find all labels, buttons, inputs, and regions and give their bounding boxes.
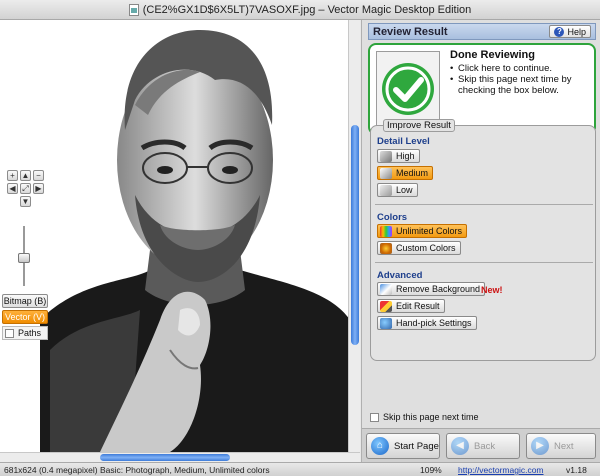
navigation-pad: ▲ ◀ ⤢ ▶ + − ▼ <box>5 170 47 210</box>
unlimited-colors-button[interactable]: Unlimited Colors <box>377 224 468 238</box>
custom-colors-label: Custom Colors <box>396 243 456 253</box>
vectorized-image <box>40 20 348 452</box>
zoom-level: 109% <box>420 465 442 475</box>
detail-medium-label: Medium <box>396 168 429 178</box>
status-bar: 681x624 (0.4 megapixel) Basic: Photograp… <box>0 462 600 476</box>
remove-background-button[interactable]: Remove Background <box>377 282 486 296</box>
horizontal-scroll-thumb[interactable] <box>100 454 230 461</box>
version-label: v1.18 <box>566 465 587 475</box>
detail-low-button[interactable]: Low <box>377 183 418 197</box>
unlimited-colors-label: Unlimited Colors <box>396 226 463 236</box>
vector-mode-button[interactable]: Vector (V) <box>2 310 48 324</box>
edit-result-button[interactable]: Edit Result <box>377 299 445 313</box>
detail-low-label: Low <box>396 185 413 195</box>
colors-label: Colors <box>377 212 408 223</box>
pan-right-button[interactable]: ▶ <box>33 183 44 194</box>
document-icon <box>128 3 139 16</box>
panel-header: Review Result ? Help <box>368 23 596 40</box>
section-divider <box>375 262 593 263</box>
detail-high-label: High <box>396 151 415 161</box>
pan-down-button[interactable]: ▼ <box>20 196 31 207</box>
skip-page-option[interactable]: Skip this page next time <box>370 412 479 422</box>
zoom-out-button[interactable]: − <box>33 170 44 181</box>
hand-pick-settings-label: Hand-pick Settings <box>396 318 472 328</box>
palette-icon <box>380 225 392 237</box>
check-icon <box>376 51 440 127</box>
help-label: Help <box>567 26 586 37</box>
zoom-slider[interactable] <box>18 226 30 288</box>
paths-toggle[interactable]: Paths <box>2 326 48 340</box>
view-mode-box: Bitmap (B) Vector (V) Paths <box>2 294 48 340</box>
next-label: Next <box>554 440 574 452</box>
detail-medium-button[interactable]: Medium <box>377 166 434 180</box>
detail-high-button[interactable]: High <box>377 149 420 163</box>
window-titlebar: (CE2%GX1D$6X5LT)7VASOXF.jpg – Vector Mag… <box>0 0 600 20</box>
handpick-icon <box>380 317 392 329</box>
fit-button[interactable]: ⤢ <box>20 183 31 194</box>
zoom-slider-handle[interactable] <box>18 253 30 263</box>
edit-icon <box>380 300 392 312</box>
start-page-icon: ⌂ <box>371 437 389 455</box>
image-dimensions: 681x624 (0.4 megapixel) <box>4 465 98 475</box>
help-button[interactable]: ? Help <box>549 25 591 38</box>
improve-result-legend: Improve Result <box>383 119 455 132</box>
next-button[interactable]: ▶ Next <box>526 433 596 459</box>
bitmap-mode-button[interactable]: Bitmap (B) <box>2 294 48 308</box>
detail-high-icon <box>380 150 392 162</box>
detail-medium-icon <box>380 167 392 179</box>
detail-level-label: Detail Level <box>377 136 430 147</box>
image-canvas[interactable]: ▲ ◀ ⤢ ▶ + − ▼ Bitmap (B) Vector (V) Path… <box>0 20 348 452</box>
current-settings: Basic: Photograph, Medium, Unlimited col… <box>100 465 270 475</box>
advanced-label: Advanced <box>377 270 423 281</box>
start-page-button[interactable]: ⌂ Start Page <box>366 433 440 459</box>
review-panel: Review Result ? Help Done Reviewing Clic… <box>361 20 600 462</box>
done-instructions: Click here to continue. Skip this page n… <box>450 63 592 96</box>
new-badge: New! <box>481 285 503 295</box>
panel-title: Review Result <box>373 25 448 38</box>
skip-page-checkbox[interactable] <box>370 412 379 422</box>
detail-low-icon <box>380 184 392 196</box>
back-button[interactable]: ◀ Back <box>446 433 520 459</box>
paths-label: Paths <box>18 328 42 338</box>
done-title: Done Reviewing <box>450 49 535 61</box>
section-divider <box>375 204 593 205</box>
remove-background-label: Remove Background <box>396 284 481 294</box>
pan-left-button[interactable]: ◀ <box>7 183 18 194</box>
paths-checkbox[interactable] <box>5 328 14 338</box>
vertical-scroll-thumb[interactable] <box>351 125 359 345</box>
improve-result-group: Improve Result Detail Level High Medium … <box>370 119 596 361</box>
back-arrow-icon: ◀ <box>451 437 469 455</box>
horizontal-scrollbar[interactable] <box>0 452 360 462</box>
remove-background-icon <box>380 283 392 295</box>
vertical-scrollbar[interactable] <box>348 20 360 452</box>
done-bullet: Skip this page next time by checking the… <box>450 74 592 96</box>
pan-up-button[interactable]: ▲ <box>20 170 31 181</box>
hand-pick-settings-button[interactable]: Hand-pick Settings <box>377 316 477 330</box>
wizard-navigation-bar: ⌂ Start Page ◀ Back ▶ Next <box>362 428 600 462</box>
zoom-in-button[interactable]: + <box>7 170 18 181</box>
help-icon: ? <box>554 26 565 37</box>
edit-result-label: Edit Result <box>396 301 440 311</box>
done-bullet: Click here to continue. <box>450 63 592 74</box>
next-arrow-icon: ▶ <box>531 437 549 455</box>
skip-page-label: Skip this page next time <box>383 412 479 422</box>
back-label: Back <box>474 440 496 452</box>
start-page-label: Start Page <box>394 440 439 452</box>
website-link[interactable]: http://vectormagic.com <box>458 465 544 475</box>
custom-colors-icon <box>380 242 392 254</box>
custom-colors-button[interactable]: Custom Colors <box>377 241 461 255</box>
window-title: (CE2%GX1D$6X5LT)7VASOXF.jpg – Vector Mag… <box>142 3 472 16</box>
